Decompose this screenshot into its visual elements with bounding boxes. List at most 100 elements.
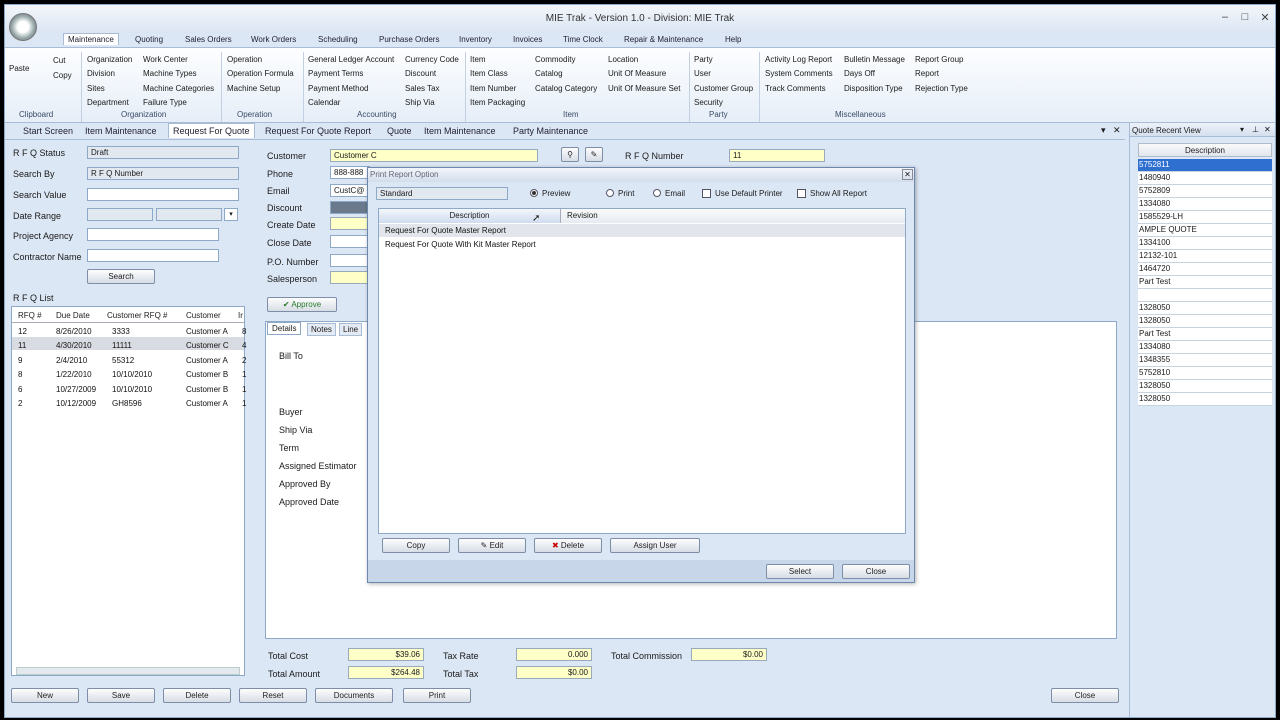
recent-quote-row[interactable]: 1480940 bbox=[1138, 172, 1272, 185]
ribbon-days-off[interactable]: Days Off bbox=[844, 69, 875, 78]
ribbon-tab-sales-orders[interactable]: Sales Orders bbox=[185, 35, 232, 44]
ribbon-bulletin-message[interactable]: Bulletin Message bbox=[844, 55, 905, 64]
rfq-cell[interactable]: 10/10/2010 bbox=[112, 370, 152, 379]
ribbon-currency-code[interactable]: Currency Code bbox=[405, 55, 459, 64]
rfq-cell[interactable]: Customer A bbox=[186, 327, 228, 336]
recent-quote-row[interactable] bbox=[1138, 289, 1272, 302]
ribbon-unit-of-measure[interactable]: Unit Of Measure bbox=[608, 69, 666, 78]
ribbon-rejection-type[interactable]: Rejection Type bbox=[915, 84, 968, 93]
ribbon-division[interactable]: Division bbox=[87, 69, 115, 78]
maximize-button[interactable]: □ bbox=[1235, 11, 1255, 25]
ribbon-customer-group[interactable]: Customer Group bbox=[694, 84, 753, 93]
tab-list-icon[interactable]: ▾ bbox=[1101, 125, 1106, 136]
discount-field[interactable] bbox=[330, 201, 370, 214]
horizontal-scrollbar[interactable] bbox=[16, 667, 240, 675]
ribbon-gl-account[interactable]: General Ledger Account bbox=[308, 55, 394, 64]
rfq-cell[interactable]: 8 bbox=[242, 327, 246, 336]
dialog-close-icon[interactable]: ✕ bbox=[902, 169, 913, 180]
edit-report-button[interactable]: ✎ Edit bbox=[458, 538, 526, 553]
minimize-button[interactable]: – bbox=[1215, 11, 1235, 25]
ribbon-calendar[interactable]: Calendar bbox=[308, 98, 340, 107]
col-ir[interactable]: Ir bbox=[238, 311, 243, 320]
print-radio[interactable] bbox=[606, 189, 614, 197]
detail-tab-line[interactable]: Line bbox=[339, 323, 363, 336]
recent-quote-row[interactable]: Part Test bbox=[1138, 276, 1272, 289]
tax-rate-field[interactable]: 0.000 bbox=[516, 648, 592, 661]
ribbon-location[interactable]: Location bbox=[608, 55, 638, 64]
rfq-cell[interactable]: 4/30/2010 bbox=[56, 341, 92, 350]
ribbon-sales-tax[interactable]: Sales Tax bbox=[405, 84, 440, 93]
col-revision[interactable]: Revision bbox=[561, 209, 905, 223]
ribbon-report[interactable]: Report bbox=[915, 69, 939, 78]
customer-lookup-icon[interactable]: ⚲ bbox=[561, 147, 579, 162]
detail-tab-details[interactable]: Details bbox=[267, 322, 302, 335]
delete-button[interactable]: Delete bbox=[163, 688, 231, 703]
ribbon-machine-types[interactable]: Machine Types bbox=[143, 69, 197, 78]
dialog-close-button[interactable]: Close bbox=[842, 564, 910, 579]
recent-quote-row[interactable]: 1334100 bbox=[1138, 237, 1272, 250]
rfq-cell[interactable]: 3333 bbox=[112, 327, 130, 336]
ribbon-payment-terms[interactable]: Payment Terms bbox=[308, 69, 363, 78]
ribbon-operation-formula[interactable]: Operation Formula bbox=[227, 69, 294, 78]
panel-pin-icon[interactable]: ⊥ bbox=[1252, 125, 1259, 134]
ribbon-activity-log-report[interactable]: Activity Log Report bbox=[765, 55, 832, 64]
rfq-cell[interactable]: 2/4/2010 bbox=[56, 356, 87, 365]
ribbon-tab-purchase-orders[interactable]: Purchase Orders bbox=[379, 35, 439, 44]
report-row-1[interactable]: Request For Quote Master Report bbox=[385, 226, 506, 235]
ribbon-report-group[interactable]: Report Group bbox=[915, 55, 963, 64]
ribbon-party[interactable]: Party bbox=[694, 55, 713, 64]
reset-button[interactable]: Reset bbox=[239, 688, 307, 703]
cut-button[interactable]: Cut bbox=[53, 56, 65, 65]
rfq-cell[interactable]: 6 bbox=[18, 385, 22, 394]
rfq-cell[interactable]: GH8596 bbox=[112, 399, 142, 408]
delete-report-button[interactable]: ✖ Delete bbox=[534, 538, 602, 553]
rfq-cell[interactable]: 4 bbox=[242, 341, 246, 350]
ribbon-commodity[interactable]: Commodity bbox=[535, 55, 575, 64]
rfq-cell[interactable]: 10/12/2009 bbox=[56, 399, 96, 408]
rfq-cell[interactable]: 10/10/2010 bbox=[112, 385, 152, 394]
ribbon-disposition-type[interactable]: Disposition Type bbox=[844, 84, 903, 93]
ribbon-user[interactable]: User bbox=[694, 69, 711, 78]
doc-tab-party-maintenance[interactable]: Party Maintenance bbox=[513, 126, 588, 136]
rfq-cell[interactable]: 1 bbox=[242, 385, 246, 394]
recent-quote-row[interactable]: 1328050 bbox=[1138, 302, 1272, 315]
ribbon-tab-maintenance[interactable]: Maintenance bbox=[63, 33, 119, 45]
recent-quote-row[interactable]: 12132-101 bbox=[1138, 250, 1272, 263]
doc-tab-request-for-quote[interactable]: Request For Quote bbox=[168, 123, 255, 138]
use-default-printer-checkbox[interactable] bbox=[702, 189, 711, 198]
customer-field[interactable]: Customer C bbox=[330, 149, 538, 162]
close-button[interactable]: Close bbox=[1051, 688, 1119, 703]
recent-quote-row[interactable]: 1334080 bbox=[1138, 341, 1272, 354]
panel-dropdown-icon[interactable]: ▾ bbox=[1240, 125, 1244, 134]
ribbon-tab-invoices[interactable]: Invoices bbox=[513, 35, 542, 44]
print-button[interactable]: Print bbox=[403, 688, 471, 703]
col-customer[interactable]: Customer bbox=[186, 311, 221, 320]
recent-quote-row[interactable]: 1585529-LH bbox=[1138, 211, 1272, 224]
new-button[interactable]: New bbox=[11, 688, 79, 703]
ribbon-operation[interactable]: Operation bbox=[227, 55, 262, 64]
ribbon-tab-time-clock[interactable]: Time Clock bbox=[563, 35, 603, 44]
doc-tab-rfq-report[interactable]: Request For Quote Report bbox=[265, 126, 371, 136]
rfq-cell[interactable]: 2 bbox=[18, 399, 22, 408]
recent-quote-row[interactable]: 1464720 bbox=[1138, 263, 1272, 276]
report-row-2[interactable]: Request For Quote With Kit Master Report bbox=[385, 240, 536, 249]
ribbon-item-number[interactable]: Item Number bbox=[470, 84, 516, 93]
doc-tab-item-maintenance-2[interactable]: Item Maintenance bbox=[424, 126, 496, 136]
ribbon-tab-repair-maintenance[interactable]: Repair & Maintenance bbox=[624, 35, 703, 44]
project-agency-input[interactable] bbox=[87, 228, 219, 241]
ribbon-tab-work-orders[interactable]: Work Orders bbox=[251, 35, 296, 44]
po-number-field[interactable] bbox=[330, 254, 370, 267]
rfq-status-select[interactable]: Draft bbox=[87, 146, 239, 159]
rfq-cell[interactable]: 8 bbox=[18, 370, 22, 379]
ribbon-ship-via[interactable]: Ship Via bbox=[405, 98, 435, 107]
approve-button[interactable]: ✔ Approve bbox=[267, 297, 337, 312]
tab-close-icon[interactable]: ✕ bbox=[1113, 125, 1121, 136]
col-customer-rfq[interactable]: Customer RFQ # bbox=[107, 311, 167, 320]
copy-report-button[interactable]: Copy bbox=[382, 538, 450, 553]
paste-button[interactable]: Paste bbox=[9, 64, 29, 73]
rfq-cell[interactable]: 9 bbox=[18, 356, 22, 365]
rfq-number-field[interactable]: 11 bbox=[729, 149, 825, 162]
customer-edit-icon[interactable]: ✎ bbox=[585, 147, 603, 162]
rfq-cell[interactable]: 10/27/2009 bbox=[56, 385, 96, 394]
doc-tab-start-screen[interactable]: Start Screen bbox=[23, 126, 73, 136]
